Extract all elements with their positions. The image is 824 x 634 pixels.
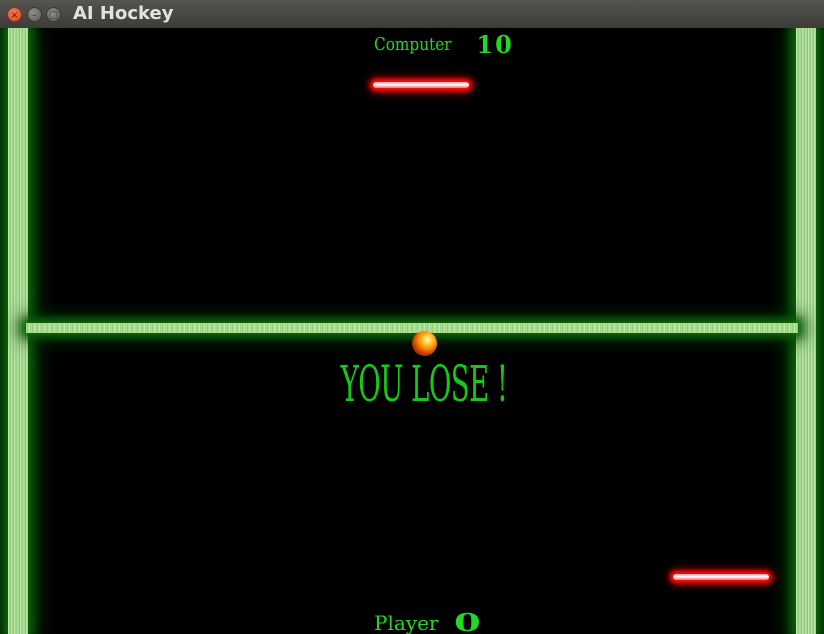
right-wall	[796, 28, 816, 634]
close-window-button[interactable]: ×	[7, 7, 22, 22]
computer-paddle	[373, 82, 469, 88]
game-over-message: YOU LOSE !	[340, 355, 508, 413]
player-score-label: Player	[374, 610, 439, 634]
center-line	[26, 323, 798, 333]
maximize-window-button[interactable]: □	[46, 7, 61, 22]
player-score-value: 0	[453, 608, 484, 634]
computer-score-label: Computer	[374, 34, 452, 55]
puck	[412, 331, 437, 356]
player-paddle[interactable]	[673, 574, 769, 580]
left-wall	[8, 28, 28, 634]
computer-score-display: Computer 10	[374, 30, 514, 59]
window-titlebar: × – □ AI Hockey	[0, 0, 824, 29]
game-field[interactable]: Computer 10 YOU LOSE ! Player 0	[0, 28, 824, 634]
player-score-display: Player 0	[374, 608, 480, 634]
computer-score-value: 10	[476, 30, 514, 59]
minimize-window-button[interactable]: –	[27, 7, 42, 22]
window-title: AI Hockey	[73, 3, 174, 24]
